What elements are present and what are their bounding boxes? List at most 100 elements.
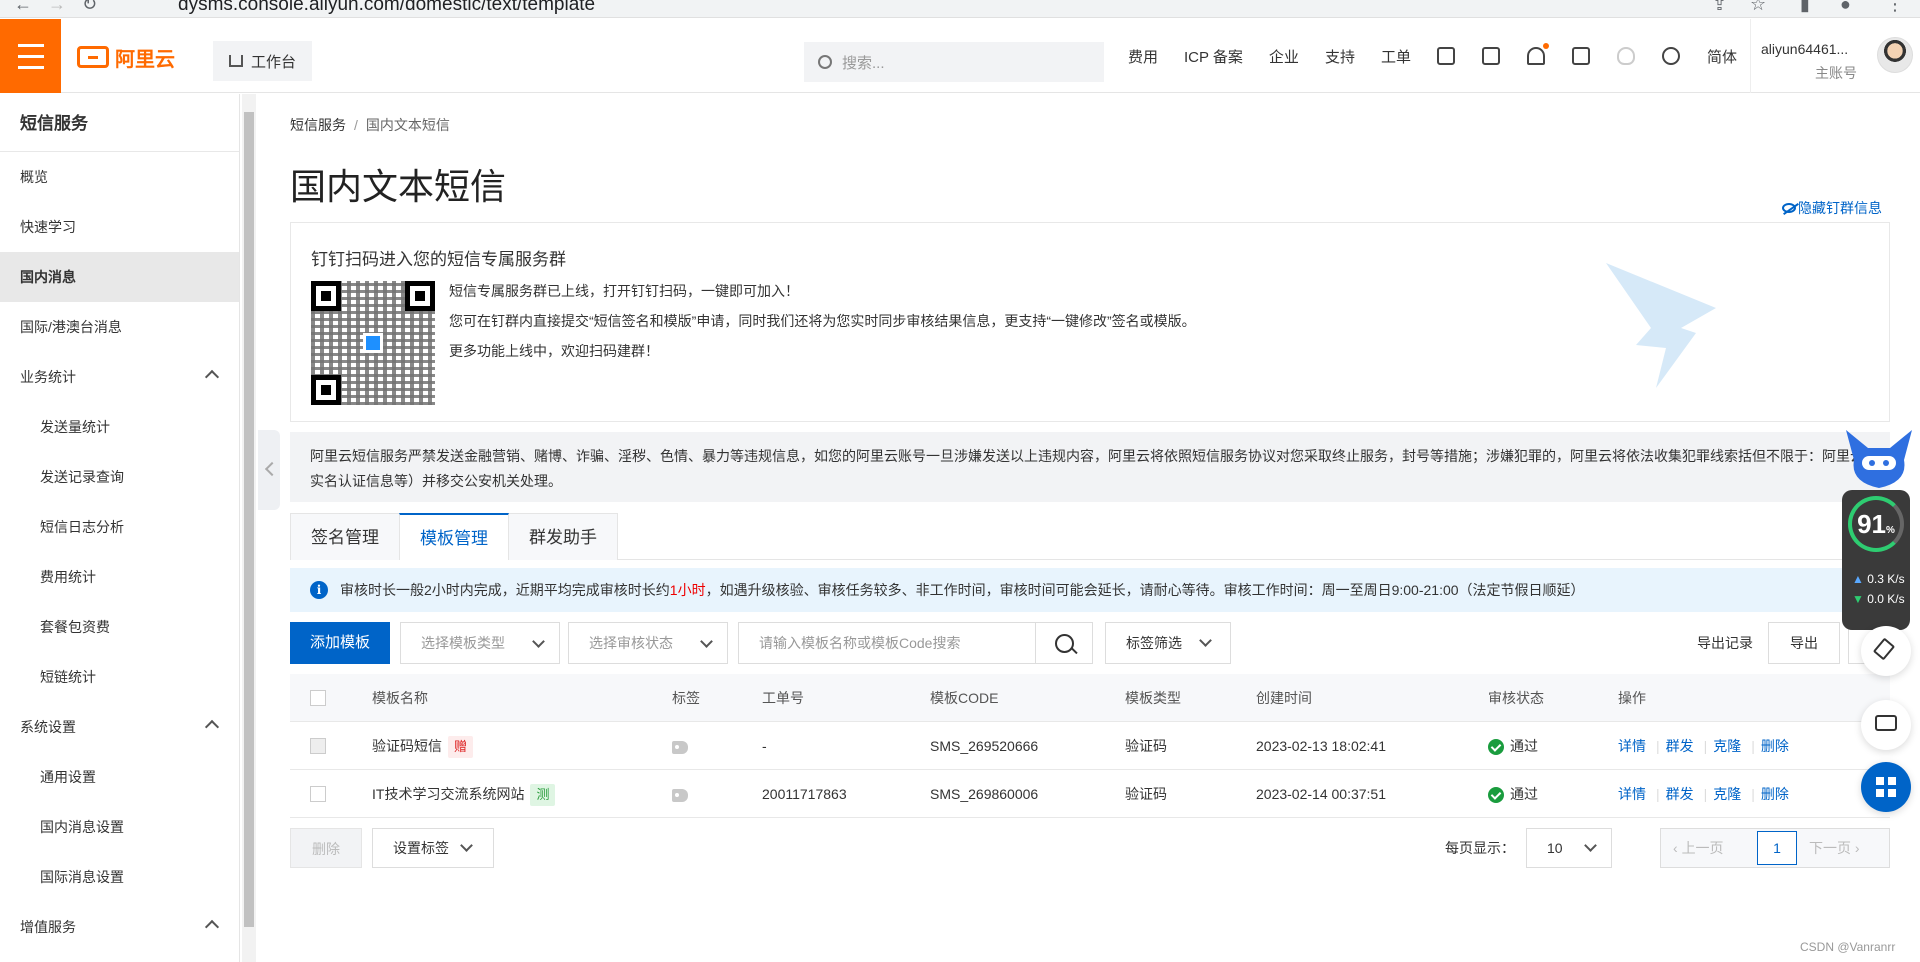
sidebar-collapse-button[interactable]	[258, 430, 280, 510]
clone-link[interactable]: 克隆	[1713, 786, 1741, 802]
per-page-select[interactable]: 10	[1526, 828, 1612, 868]
breadcrumb-link[interactable]: 短信服务	[290, 117, 346, 133]
tab-bar: 签名管理 模板管理 群发助手	[290, 513, 1890, 561]
template-search-input[interactable]: 请输入模板名称或模板Code搜索	[738, 622, 1036, 664]
tab-bulk-send[interactable]: 群发助手	[508, 513, 618, 560]
chat-button[interactable]	[1861, 700, 1911, 750]
sidebar-item-shortlink[interactable]: 短链统计	[0, 652, 239, 702]
column-header: 模板类型	[1125, 690, 1181, 706]
column-header: 模板CODE	[930, 690, 999, 706]
reload-icon[interactable]: ↻	[82, 0, 97, 15]
tag-filter-dropdown[interactable]: 标签筛选	[1105, 622, 1231, 664]
nav-link-ticket[interactable]: 工单	[1381, 46, 1411, 67]
sidebar-scrollbar[interactable]	[242, 94, 256, 962]
profile-icon[interactable]: ●	[1840, 0, 1851, 15]
set-tag-dropdown[interactable]: 设置标签	[372, 828, 494, 868]
apps-button[interactable]	[1861, 762, 1911, 812]
sidebar-item-fee-stats[interactable]: 费用统计	[0, 552, 239, 602]
sidebar-item-package[interactable]: 套餐包资费	[0, 602, 239, 652]
bulk-delete-button[interactable]: 删除	[290, 828, 362, 868]
aliyun-logo[interactable]: 阿里云	[77, 45, 175, 71]
browser-address-bar: ← → ↻ dysms.console.aliyun.com/domestic/…	[0, 0, 1920, 18]
search-button[interactable]	[1035, 622, 1093, 664]
app-icon[interactable]	[1436, 47, 1455, 65]
row-checkbox[interactable]	[310, 738, 326, 754]
dingtalk-line: 短信专属服务群已上线，打开钉钉扫码，一键即可加入！	[449, 283, 799, 299]
tag-cell[interactable]	[672, 722, 688, 770]
delete-link[interactable]: 删除	[1761, 786, 1789, 802]
bulk-send-link[interactable]: 群发	[1666, 738, 1694, 754]
sidebar-item-send-records[interactable]: 发送记录查询	[0, 452, 239, 502]
nav-link-fees[interactable]: 费用	[1128, 46, 1158, 67]
user-menu[interactable]: aliyun64461... 主账号	[1750, 19, 1913, 93]
tag-icon[interactable]	[672, 740, 688, 754]
username: aliyun64461...	[1761, 41, 1849, 57]
feedback-button[interactable]	[1861, 626, 1911, 676]
clone-link[interactable]: 克隆	[1713, 738, 1741, 754]
sidebar-item-log-analysis[interactable]: 短信日志分析	[0, 502, 239, 552]
column-header: 模板名称	[372, 690, 428, 706]
template-type-select[interactable]: 选择模板类型	[400, 622, 560, 664]
sidebar-group-value-added[interactable]: 增值服务	[0, 902, 239, 952]
detail-link[interactable]: 详情	[1618, 786, 1646, 802]
sidebar-item-quickstart[interactable]: 快速学习	[0, 202, 239, 252]
sidebar-item-domestic-settings[interactable]: 国内消息设置	[0, 802, 239, 852]
export-record-link[interactable]: 导出记录	[1697, 622, 1753, 664]
sidebar-group-label: 增值服务	[20, 919, 76, 935]
lightbulb-icon[interactable]	[1616, 47, 1635, 65]
forward-icon[interactable]: →	[48, 0, 66, 15]
share-icon[interactable]: ⇪	[1712, 0, 1727, 15]
select-all-checkbox[interactable]	[310, 690, 326, 706]
add-template-button[interactable]: 添加模板	[290, 622, 390, 664]
back-icon[interactable]: ←	[14, 0, 32, 15]
url-text[interactable]: dysms.console.aliyun.com/domestic/text/t…	[138, 0, 1758, 17]
sidebar-group-settings[interactable]: 系统设置	[0, 702, 239, 752]
detail-link[interactable]: 详情	[1618, 738, 1646, 754]
sidebar-item-intl-settings[interactable]: 国际消息设置	[0, 852, 239, 902]
hide-link-label: 隐藏钉群信息	[1798, 200, 1882, 216]
hamburger-menu-button[interactable]	[0, 19, 61, 93]
tag-icon[interactable]	[672, 788, 688, 802]
help-icon[interactable]	[1661, 47, 1680, 65]
order-number: -	[762, 738, 767, 754]
current-page[interactable]: 1	[1757, 831, 1797, 865]
sidebar-item-general-settings[interactable]: 通用设置	[0, 752, 239, 802]
sidebar-item-send-volume[interactable]: 发送量统计	[0, 402, 239, 452]
sidebar-item-domestic[interactable]: 国内消息	[0, 252, 239, 302]
prev-page-button[interactable]: ‹ 上一页	[1673, 829, 1724, 867]
assistant-robot-icon[interactable]	[1838, 430, 1920, 490]
avatar[interactable]	[1877, 37, 1913, 73]
bulk-send-link[interactable]: 群发	[1666, 786, 1694, 802]
percent-ring: 91%	[1848, 496, 1904, 552]
nav-link-support[interactable]: 支持	[1325, 46, 1355, 67]
sidebar-item-overview[interactable]: 概览	[0, 152, 239, 202]
nav-link-enterprise[interactable]: 企业	[1269, 46, 1299, 67]
tab-template[interactable]: 模板管理	[399, 513, 509, 561]
hide-dingtalk-link[interactable]: 隐藏钉群信息	[1782, 198, 1882, 218]
language-switch[interactable]: 简体	[1707, 46, 1737, 67]
cart-icon[interactable]	[1571, 47, 1590, 65]
workbench-button[interactable]: 工作台	[213, 41, 313, 81]
column-header: 工单号	[762, 690, 804, 706]
nav-link-icp[interactable]: ICP 备案	[1184, 46, 1243, 67]
network-speed-widget[interactable]: 91% ▲ 0.3 K/s ▼ 0.0 K/s	[1842, 490, 1910, 630]
more-icon[interactable]: ⋮	[1886, 0, 1904, 15]
watermark: CSDN @Vanranrr	[1800, 940, 1896, 954]
export-button[interactable]: 导出	[1768, 622, 1840, 664]
tab-signature[interactable]: 签名管理	[290, 513, 400, 560]
terminal-icon[interactable]	[1481, 47, 1500, 65]
sidebar-item-international[interactable]: 国际/港澳台消息	[0, 302, 239, 352]
scrollbar-thumb[interactable]	[244, 112, 254, 927]
bell-icon[interactable]	[1526, 43, 1549, 65]
review-status-select[interactable]: 选择审核状态	[568, 622, 728, 664]
tag-cell[interactable]	[672, 770, 688, 818]
global-search-input[interactable]: 搜索...	[804, 42, 1104, 82]
check-circle-icon	[1488, 787, 1504, 804]
star-icon[interactable]: ☆	[1750, 0, 1766, 15]
sidebar-group-statistics[interactable]: 业务统计	[0, 352, 239, 402]
next-page-button[interactable]: 下一页 ›	[1809, 829, 1860, 867]
sidepanel-icon[interactable]: ▮	[1800, 0, 1810, 15]
column-header: 创建时间	[1256, 690, 1312, 706]
delete-link[interactable]: 删除	[1761, 738, 1789, 754]
row-checkbox[interactable]	[310, 786, 326, 802]
